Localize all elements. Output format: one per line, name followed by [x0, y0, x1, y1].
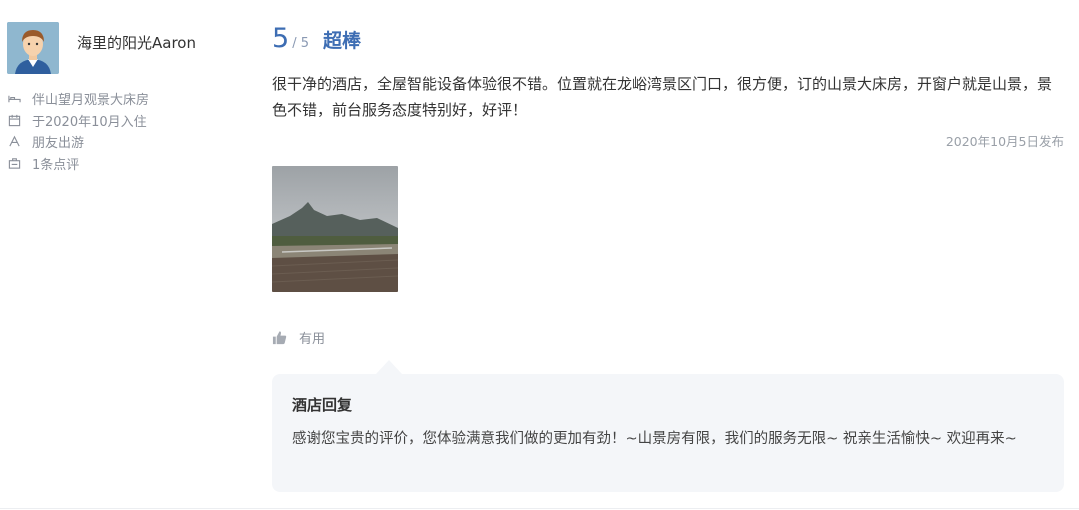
review-photo-image	[272, 166, 398, 292]
calendar-icon	[7, 113, 21, 127]
helpful-label: 有用	[299, 332, 326, 347]
review-text: 很干净的酒店，全屋智能设备体验很不错。位置就在龙峪湾景区门口，很方便，订的山景大…	[272, 75, 1053, 119]
review-count-icon	[7, 156, 21, 170]
reply-text: 感谢您宝贵的评价，您体验满意我们做的更加有劲！~山景房有限，我们的服务无限~ 祝…	[292, 431, 1017, 447]
meta-room-type-text: 伴山望月观景大床房	[32, 93, 150, 109]
travel-type-icon	[7, 135, 21, 149]
avatar-image	[7, 22, 59, 74]
review-score-total: / 5	[292, 36, 309, 51]
review-date: 2020年10月5日发布	[945, 134, 1064, 149]
reply-title: 酒店回复	[292, 396, 353, 414]
score-row: 5 / 5 超棒	[272, 24, 1064, 54]
meta-travel-type-text: 朋友出游	[32, 136, 85, 152]
meta-stay-date: 于2020年10月入住	[7, 110, 237, 132]
avatar[interactable]	[7, 22, 59, 74]
reviewer-header: 海里的阳光Aaron	[7, 22, 237, 74]
reviewer-name[interactable]: 海里的阳光Aaron	[77, 32, 196, 53]
review-panel: 5 / 5 超棒 很干净的酒店，全屋智能设备体验很不错。位置就在龙峪湾景区门口，…	[272, 24, 1064, 492]
hotel-reply: 酒店回复 感谢您宝贵的评价，您体验满意我们做的更加有劲！~山景房有限，我们的服务…	[272, 360, 1064, 492]
bed-icon	[7, 92, 21, 106]
review-score: 5	[272, 23, 290, 54]
meta-stay-date-text: 于2020年10月入住	[32, 114, 147, 130]
meta-room-type: 伴山望月观景大床房	[7, 88, 237, 110]
helpful-button[interactable]: 有用	[272, 328, 342, 347]
meta-travel-type: 朋友出游	[7, 131, 237, 153]
divider	[0, 508, 1079, 509]
meta-review-count-text: 1条点评	[32, 157, 80, 173]
thumbs-up-icon	[272, 331, 287, 345]
reviewer-meta: 伴山望月观景大床房 于2020年10月入住 朋友出游 1条点评	[7, 88, 237, 174]
rating-label: 超棒	[322, 30, 361, 52]
reviewer-panel: 海里的阳光Aaron 伴山望月观景大床房 于2020年10月入住 朋友出游 1条…	[7, 22, 237, 174]
meta-review-count: 1条点评	[7, 153, 237, 175]
review-photo[interactable]	[272, 166, 398, 292]
